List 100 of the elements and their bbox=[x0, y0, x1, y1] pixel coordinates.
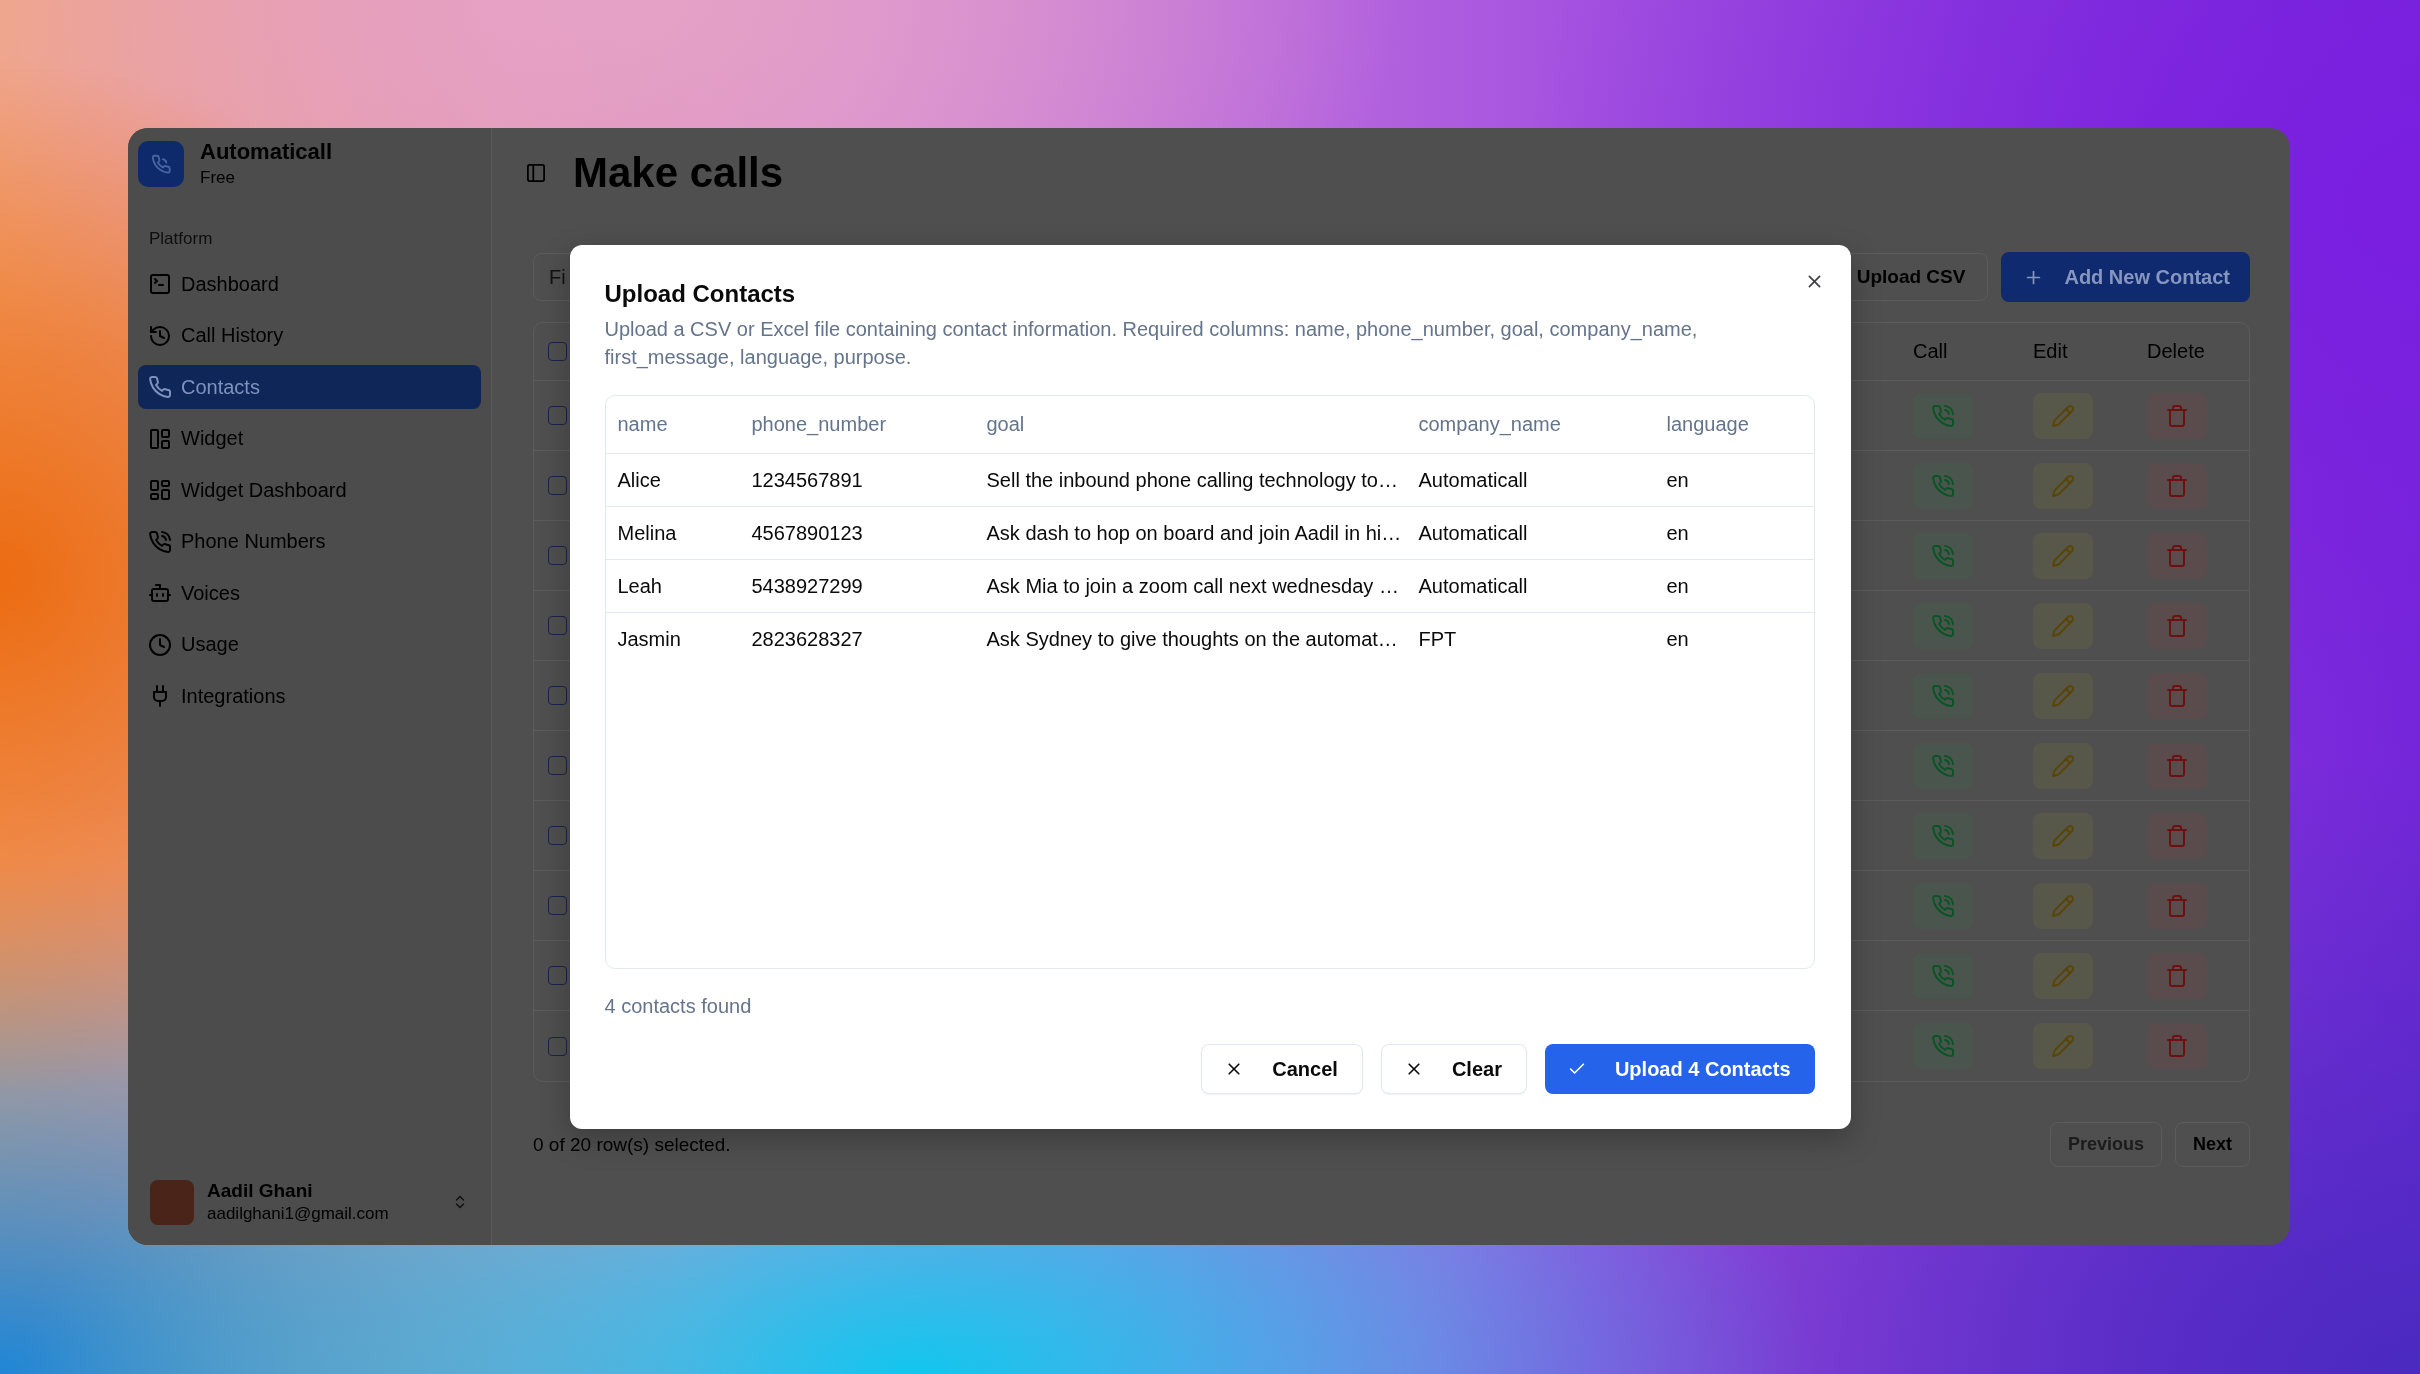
call-button[interactable] bbox=[1913, 532, 1973, 579]
call-button[interactable] bbox=[1913, 672, 1973, 719]
page-title: Make calls bbox=[573, 149, 784, 197]
sidebar-item[interactable]: Contacts bbox=[138, 365, 481, 409]
row-checkbox[interactable] bbox=[548, 896, 567, 915]
column-header: goal bbox=[986, 413, 1025, 436]
edit-button[interactable] bbox=[2033, 602, 2093, 649]
call-button[interactable] bbox=[1913, 742, 1973, 789]
column-header: company_name bbox=[1418, 413, 1561, 436]
call-button[interactable] bbox=[1913, 812, 1973, 859]
selection-count: 0 of 20 row(s) selected. bbox=[533, 1133, 731, 1156]
edit-button[interactable] bbox=[2033, 882, 2093, 929]
edit-button[interactable] bbox=[2033, 812, 2093, 859]
column-header: name bbox=[617, 413, 668, 436]
table-cell: Ask Mia to join a zoom call next wednesday … bbox=[986, 574, 1399, 598]
table-cell: en bbox=[1666, 574, 1689, 598]
select-all-checkbox[interactable] bbox=[548, 342, 567, 361]
delete-button[interactable] bbox=[2147, 532, 2207, 579]
trash-icon bbox=[2167, 475, 2187, 496]
table-cell: Automaticall bbox=[1418, 521, 1528, 545]
edit-button[interactable] bbox=[2033, 672, 2093, 719]
pagination-button[interactable]: Next bbox=[2175, 1122, 2250, 1167]
column-header: phone_number bbox=[751, 413, 887, 436]
dashboard-grid-icon bbox=[150, 480, 170, 500]
table-cell: Automaticall bbox=[1418, 574, 1528, 598]
trash-icon bbox=[2167, 965, 2187, 986]
edit-button[interactable] bbox=[2033, 462, 2093, 509]
delete-button[interactable] bbox=[2147, 952, 2207, 999]
sidebar-item[interactable]: Integrations bbox=[138, 674, 481, 718]
edit-button[interactable] bbox=[2033, 1023, 2093, 1069]
pencil-icon bbox=[2053, 615, 2073, 636]
phone-icon bbox=[150, 377, 170, 397]
call-button[interactable] bbox=[1913, 952, 1973, 999]
dialog-button[interactable]: Clear bbox=[1380, 1044, 1527, 1094]
edit-button[interactable] bbox=[2033, 392, 2093, 439]
sidebar-item[interactable]: Widget bbox=[138, 416, 481, 461]
table-cell: Melina bbox=[617, 521, 677, 545]
call-button[interactable] bbox=[1913, 882, 1973, 929]
trash-icon bbox=[2167, 755, 2187, 776]
add-contact-button[interactable]: Add New Contact bbox=[2001, 252, 2250, 302]
row-checkbox[interactable] bbox=[548, 826, 567, 845]
delete-button[interactable] bbox=[2147, 462, 2207, 509]
check-icon bbox=[1568, 1061, 1585, 1077]
table-cell: en bbox=[1666, 521, 1689, 545]
edit-button[interactable] bbox=[2033, 952, 2093, 999]
edit-button[interactable] bbox=[2033, 742, 2093, 789]
call-button[interactable] bbox=[1913, 462, 1973, 509]
row-checkbox[interactable] bbox=[548, 686, 567, 705]
trash-icon bbox=[2167, 615, 2187, 636]
call-button[interactable] bbox=[1913, 392, 1973, 439]
row-checkbox[interactable] bbox=[548, 1036, 567, 1056]
row-checkbox[interactable] bbox=[548, 546, 567, 565]
sidebar-item[interactable]: Phone Numbers bbox=[138, 519, 481, 564]
phone-call-icon bbox=[1933, 965, 1953, 986]
delete-button[interactable] bbox=[2147, 602, 2207, 649]
row-checkbox[interactable] bbox=[548, 966, 567, 985]
trash-icon bbox=[2167, 405, 2187, 426]
pencil-icon bbox=[2053, 685, 2073, 706]
delete-button[interactable] bbox=[2147, 812, 2207, 859]
edit-button[interactable] bbox=[2033, 532, 2093, 579]
pencil-icon bbox=[2053, 545, 2073, 566]
pencil-icon bbox=[2053, 755, 2073, 776]
sidebar-item[interactable]: Widget Dashboard bbox=[138, 468, 481, 512]
table-cell: 1234567891 bbox=[751, 468, 863, 492]
trash-icon bbox=[2167, 895, 2187, 916]
plus-icon bbox=[2025, 268, 2043, 286]
user-name: Aadil Ghani bbox=[207, 1179, 313, 1203]
sidebar-item[interactable]: Call History bbox=[138, 313, 481, 358]
table-cell: Ask dash to hop on board and join Aadil in hi… bbox=[986, 521, 1402, 545]
close-icon bbox=[1405, 1061, 1422, 1077]
row-checkbox[interactable] bbox=[548, 616, 567, 635]
sidebar-item[interactable]: Voices bbox=[138, 571, 481, 615]
phone-call-icon bbox=[1933, 475, 1953, 496]
row-checkbox[interactable] bbox=[548, 476, 567, 495]
delete-button[interactable] bbox=[2147, 672, 2207, 719]
sidebar-toggle-icon[interactable] bbox=[527, 164, 545, 182]
app-name: Automaticall bbox=[200, 139, 333, 165]
delete-button[interactable] bbox=[2147, 1023, 2207, 1069]
pencil-icon bbox=[2053, 895, 2073, 916]
call-button[interactable] bbox=[1913, 1023, 1973, 1069]
table-cell: Ask Sydney to give thoughts on the automat… bbox=[986, 628, 1398, 651]
row-checkbox[interactable] bbox=[548, 406, 567, 425]
upload-button[interactable]: Upload 4 Contacts bbox=[1544, 1044, 1815, 1094]
delete-button[interactable] bbox=[2147, 882, 2207, 929]
delete-button[interactable] bbox=[2147, 742, 2207, 789]
dialog-button[interactable]: Cancel bbox=[1201, 1044, 1363, 1094]
sidebar-item[interactable]: Usage bbox=[138, 622, 481, 667]
phone-call-icon bbox=[1933, 825, 1953, 846]
phone-call-icon bbox=[1933, 405, 1953, 426]
table-cell: Alice bbox=[617, 468, 661, 492]
sidebar-item[interactable]: Dashboard bbox=[138, 262, 481, 306]
chevrons-up-down-icon[interactable] bbox=[453, 1193, 467, 1211]
logo-icon bbox=[138, 141, 184, 187]
user-email: aadilghani1@gmail.com bbox=[207, 1203, 389, 1225]
delete-button[interactable] bbox=[2147, 392, 2207, 439]
row-checkbox[interactable] bbox=[548, 756, 567, 775]
table-cell: 5438927299 bbox=[751, 574, 863, 598]
trash-icon bbox=[2167, 545, 2187, 566]
call-button[interactable] bbox=[1913, 602, 1973, 649]
pencil-icon bbox=[2053, 965, 2073, 986]
